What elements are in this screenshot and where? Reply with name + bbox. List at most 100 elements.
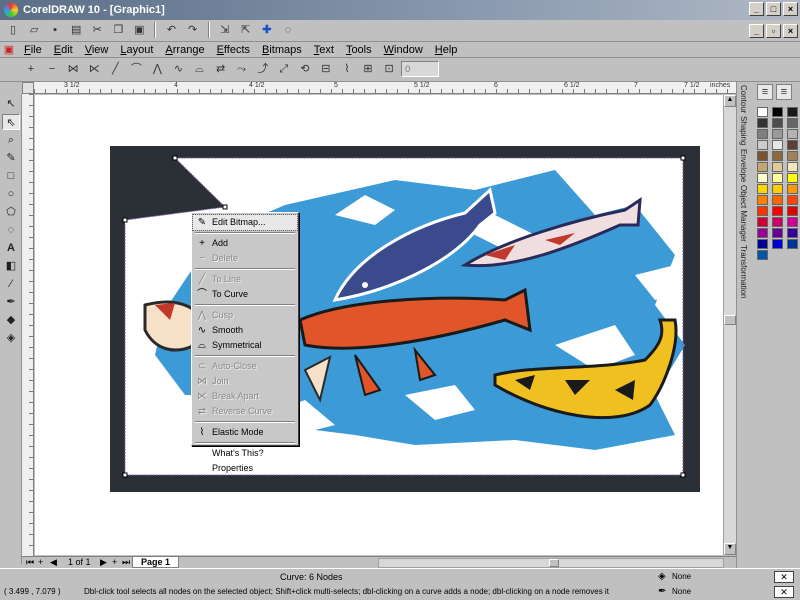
menu-item-cusp[interactable]: ⋀ Cusp [193,308,297,323]
menu-layout[interactable]: Layout [114,44,159,56]
reverse-curve-icon[interactable]: ⇄ [213,61,229,77]
page-tab[interactable]: Page 1 [132,556,180,568]
zoom-tool-icon[interactable]: ⌕ [2,132,20,148]
rectangle-tool-icon[interactable]: □ [2,168,20,184]
color-swatch[interactable] [757,118,768,128]
menu-tools[interactable]: Tools [340,44,378,56]
corel-online-icon[interactable]: ◌ [280,22,296,38]
color-swatch[interactable] [757,184,768,194]
menu-item-edit-bitmap[interactable]: ✎ Edit Bitmap... [192,214,298,231]
redo-icon[interactable]: ↷ [185,22,201,38]
color-swatch[interactable] [772,151,783,161]
color-swatch[interactable] [757,206,768,216]
outline-tool-icon[interactable]: ✒ [2,294,20,310]
export-icon[interactable]: ⇱ [238,22,254,38]
palette-menu-icon[interactable]: ≡ [776,84,792,100]
menu-help[interactable]: Help [429,44,464,56]
maximize-button[interactable]: □ [766,2,781,16]
delete-node-icon[interactable]: − [44,61,60,77]
color-swatch[interactable] [772,129,783,139]
color-swatch[interactable] [787,151,798,161]
copy-icon[interactable]: ❐ [110,22,126,38]
menu-item-join[interactable]: ⋈ Join [193,374,297,389]
ellipse-tool-icon[interactable]: ○ [2,186,20,202]
document-icon[interactable]: ▣ [1,42,17,58]
freehand-tool-icon[interactable]: ✎ [2,150,20,166]
palette-menu-icon[interactable]: ≡ [757,84,773,100]
color-swatch[interactable] [772,107,783,117]
interactive-fill-icon[interactable]: ◧ [2,258,20,274]
vertical-scrollbar[interactable]: ▲ ▼ [723,95,736,555]
color-swatch[interactable] [772,173,783,183]
menu-item-delete[interactable]: − Delete [193,251,297,266]
color-swatch[interactable] [787,162,798,172]
open-file-icon[interactable]: ▱ [26,22,42,38]
menu-text[interactable]: Text [308,44,340,56]
scroll-down-button[interactable]: ▼ [724,543,736,555]
color-swatch[interactable] [772,239,783,249]
vertical-ruler[interactable] [22,94,34,556]
coreldraw-app-icon[interactable] [4,3,18,17]
undo-icon[interactable]: ↶ [164,22,180,38]
color-swatch[interactable] [757,151,768,161]
scroll-up-button[interactable]: ▲ [724,95,736,107]
color-swatch[interactable] [787,184,798,194]
color-swatch[interactable] [772,162,783,172]
fill-tool-icon[interactable]: ◆ [2,312,20,328]
minimize-button[interactable]: _ [749,2,764,16]
last-page-button[interactable]: ⏭ [122,557,130,568]
ruler-origin[interactable] [22,82,34,94]
color-swatch[interactable] [772,206,783,216]
menu-item-reverse-curve[interactable]: ⇄ Reverse Curve [193,404,297,419]
menu-item-what-s-this[interactable]: What's This? [193,446,297,461]
new-file-icon[interactable]: ▯ [5,22,21,38]
stretch-nodes-icon[interactable]: ⤢ [276,61,292,77]
color-swatch[interactable] [757,162,768,172]
koi-fish-bitmap[interactable] [35,95,723,555]
to-line-icon[interactable]: ╱ [107,61,123,77]
symmetrical-icon[interactable]: ⌓ [192,61,208,77]
menu-item-elastic-mode[interactable]: ⌇ Elastic Mode [193,425,297,440]
color-swatch[interactable] [787,173,798,183]
color-swatch[interactable] [772,217,783,227]
color-swatch[interactable] [757,173,768,183]
polygon-tool-icon[interactable]: ⬠ [2,204,20,220]
color-swatch[interactable] [757,140,768,150]
color-swatch[interactable] [772,228,783,238]
scroll-thumb[interactable] [724,315,736,325]
eyedropper-tool-icon[interactable]: ⁄ [2,276,20,292]
text-tool-icon[interactable]: A [2,240,20,256]
first-page-button[interactable]: ⏮ [26,557,34,568]
menu-item-properties[interactable]: Properties [193,461,297,476]
horizontal-scroll-thumb[interactable] [549,559,559,567]
color-swatch[interactable] [757,239,768,249]
doc-restore-button[interactable]: ▫ [766,24,781,38]
horizontal-ruler[interactable]: 3 1/2 4 4 1/2 5 5 1/2 6 6 1/2 7 7 1/2 in… [34,82,736,94]
save-icon[interactable]: ▪ [47,22,63,38]
curve-smoothness-field[interactable]: 0 [401,61,440,77]
drawing-canvas[interactable] [35,95,723,555]
menu-item-smooth[interactable]: ∿ Smooth [193,323,297,338]
extend-curve-icon[interactable]: ⤳ [234,61,250,77]
add-node-icon[interactable]: + [23,61,39,77]
join-nodes-icon[interactable]: ⋈ [65,61,81,77]
break-curve-icon[interactable]: ⋉ [86,61,102,77]
application-launcher-icon[interactable]: ✚ [259,22,275,38]
import-icon[interactable]: ⇲ [217,22,233,38]
fill-swatch-none[interactable]: ✕ [774,571,794,583]
shape-tool-icon[interactable]: ⇖ [2,114,20,130]
color-swatch[interactable] [757,107,768,117]
menu-file[interactable]: File [18,44,48,56]
docker-tab-shaping[interactable]: Shaping [739,116,748,145]
close-button[interactable]: × [783,2,798,16]
color-swatch[interactable] [772,195,783,205]
rotate-nodes-icon[interactable]: ⟲ [297,61,313,77]
add-page-button[interactable]: + [38,557,43,567]
color-swatch[interactable] [787,107,798,117]
spiral-tool-icon[interactable]: ◌ [2,222,20,238]
menu-item-to-line[interactable]: ╱ To Line [193,272,297,287]
color-swatch[interactable] [787,118,798,128]
color-swatch[interactable] [787,129,798,139]
color-swatch[interactable] [772,140,783,150]
color-swatch[interactable] [787,228,798,238]
